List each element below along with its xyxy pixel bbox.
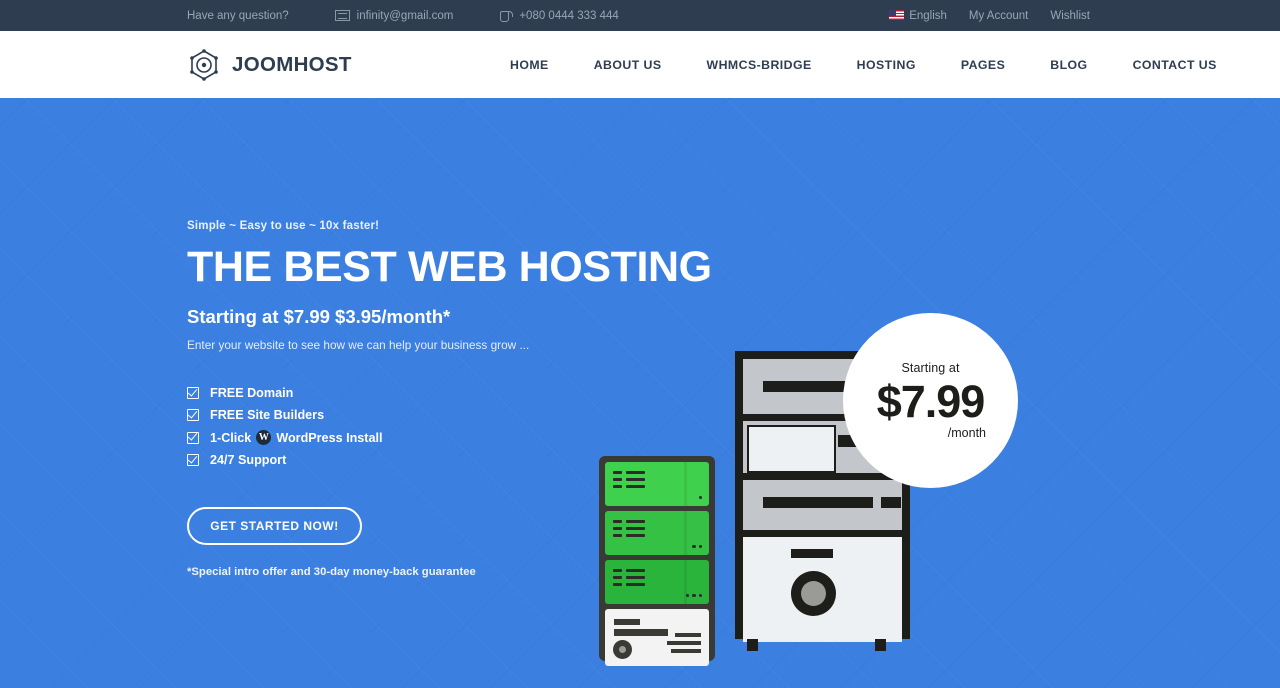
tower-front-panel [743, 537, 902, 642]
feature-label-after: WordPress Install [276, 430, 383, 445]
nav-item-hosting[interactable]: HOSTING [857, 58, 916, 72]
check-icon [187, 387, 199, 400]
phone-icon [499, 9, 514, 22]
price-badge-caption: Starting at [901, 361, 960, 375]
check-icon [187, 431, 199, 444]
topbar-phone-label: +080 0444 333 444 [519, 9, 619, 22]
nav-menu: HOME ABOUT US WHMCS-BRIDGE HOSTING PAGES… [510, 58, 1217, 72]
brand-name: JOOMHOST [232, 52, 352, 76]
language-selector[interactable]: English [889, 10, 947, 22]
price-badge-period: /month [947, 426, 986, 440]
feature-label-before: 1-Click [210, 430, 252, 445]
rack-unit [605, 511, 709, 555]
get-started-button[interactable]: GET STARTED NOW! [187, 507, 362, 546]
main-navbar: JOOMHOST HOME ABOUT US WHMCS-BRIDGE HOST… [0, 31, 1280, 98]
topbar-question: Have any question? [187, 10, 289, 22]
brand-logo[interactable]: JOOMHOST [187, 48, 352, 82]
rack-base-unit [605, 609, 709, 666]
feature-label: 24/7 Support [210, 453, 287, 468]
wishlist-link[interactable]: Wishlist [1050, 10, 1090, 22]
nav-item-contact-us[interactable]: CONTACT US [1133, 58, 1217, 72]
nav-item-about-us[interactable]: ABOUT US [594, 58, 662, 72]
tower-panel [743, 480, 902, 530]
price-badge: Starting at $7.99 /month [843, 313, 1018, 488]
hero-illustration: Starting at $7.99 /month [595, 253, 1018, 673]
mail-icon [334, 10, 350, 21]
check-icon [187, 454, 199, 467]
hero-kicker: Simple ~ Easy to use ~ 10x faster! [187, 220, 380, 232]
feature-label: FREE Domain [210, 386, 294, 401]
fan-icon [791, 571, 836, 616]
feature-label: FREE Site Builders [210, 408, 325, 423]
topbar-links-group: English My Account Wishlist [889, 10, 1090, 22]
topbar-question-label: Have any question? [187, 9, 289, 22]
hero-section: Simple ~ Easy to use ~ 10x faster! THE B… [0, 98, 1280, 688]
us-flag-icon [889, 10, 905, 21]
language-label: English [909, 9, 947, 22]
topbar-contact-group: Have any question? infinity@gmail.com +0… [187, 9, 665, 22]
rack-unit [605, 560, 709, 604]
check-icon [187, 409, 199, 422]
wordpress-icon: W [256, 430, 272, 446]
hexagon-logo-icon [187, 48, 221, 82]
topbar-email-label: infinity@gmail.com [356, 9, 454, 22]
nav-item-blog[interactable]: BLOG [1050, 58, 1087, 72]
my-account-link[interactable]: My Account [969, 10, 1028, 22]
price-badge-amount: $7.99 [876, 376, 986, 427]
nav-item-home[interactable]: HOME [510, 58, 549, 72]
nav-item-pages[interactable]: PAGES [961, 58, 1005, 72]
top-utility-bar: Have any question? infinity@gmail.com +0… [0, 0, 1280, 31]
nav-item-whmcs-bridge[interactable]: WHMCS-BRIDGE [707, 58, 812, 72]
rack-unit [605, 462, 709, 506]
server-rack-illustration [599, 456, 715, 666]
topbar-phone[interactable]: +080 0444 333 444 [499, 9, 619, 22]
topbar-email[interactable]: infinity@gmail.com [334, 9, 454, 22]
